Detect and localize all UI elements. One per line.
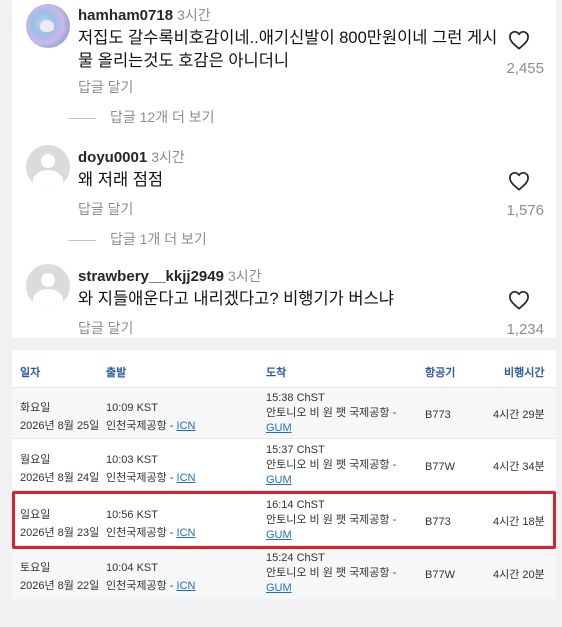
flight-duration: 4시간 34분 — [493, 461, 545, 473]
departure-time: 10:04 KST — [106, 562, 158, 574]
comments-panel: hamham0718 3시간 저집도 갈수록비호감이네..애기신발이 800만원이… — [12, 0, 556, 338]
departure-airport: 인천국제공항 - — [106, 527, 174, 539]
avatar[interactable] — [26, 4, 70, 48]
like-count: 1,234 — [506, 321, 544, 338]
comment-time: 3시간 — [177, 7, 211, 23]
view-more-replies[interactable]: 답글 12개 더 보기 — [52, 107, 215, 127]
departure-code-link[interactable]: ICN — [177, 580, 196, 592]
reply-button[interactable]: 답글 달기 — [78, 318, 133, 338]
arrival-code-link[interactable]: GUM — [266, 421, 396, 436]
departure-airport: 인천국제공항 - — [106, 420, 174, 432]
departure-airport: 인천국제공항 - — [106, 472, 174, 484]
reply-button[interactable]: 답글 달기 — [78, 199, 133, 219]
flight-duration: 4시간 18분 — [493, 516, 545, 528]
row-date: 2026년 8월 22일 — [20, 580, 100, 592]
aircraft-type: B77W — [425, 461, 455, 473]
header-aircraft[interactable]: 항공기 — [425, 364, 455, 380]
comment-text: 왜 저래 점점 — [78, 171, 164, 189]
arrival-code-link[interactable]: GUM — [266, 528, 396, 543]
heart-icon[interactable] — [508, 290, 530, 310]
departure-time: 10:09 KST — [106, 402, 158, 414]
header-arrival[interactable]: 도착 — [266, 364, 286, 380]
row-day: 화요일 — [20, 402, 51, 414]
arrival-airport: 안토니오 비 원 팻 국제공항 - — [266, 514, 397, 526]
view-more-replies[interactable]: 답글 1개 더 보기 — [52, 229, 207, 249]
table-row[interactable]: 일요일 2026년 8월 23일 10:56 KST 인천국제공항 - ICN … — [12, 494, 556, 546]
aircraft-type: B773 — [425, 409, 451, 421]
comment-time: 3시간 — [151, 149, 185, 165]
arrival-time: 15:24 ChST — [266, 552, 325, 564]
flight-schedule-table: 일자 출발 도착 항공기 비행시간 화요일 2026년 8월 25일 10:09… — [12, 350, 556, 599]
avatar[interactable] — [26, 264, 70, 308]
header-departure[interactable]: 출발 — [106, 364, 126, 380]
heart-icon[interactable] — [508, 30, 530, 50]
comment-username[interactable]: hamham0718 — [78, 7, 173, 24]
row-day: 토요일 — [20, 562, 51, 574]
comment-username[interactable]: strawbery__kkjj2949 — [78, 268, 224, 285]
flight-duration: 4시간 29분 — [493, 409, 545, 421]
row-date: 2026년 8월 23일 — [20, 527, 100, 539]
table-header: 일자 출발 도착 항공기 비행시간 — [12, 350, 556, 388]
departure-code-link[interactable]: ICN — [177, 420, 196, 432]
arrival-airport: 안토니오 비 원 팻 국제공항 - — [266, 407, 397, 419]
departure-time: 10:56 KST — [106, 509, 158, 521]
default-user-icon — [41, 154, 55, 168]
aircraft-type: B77W — [425, 569, 455, 581]
view-more-replies-label: 답글 1개 더 보기 — [110, 231, 207, 247]
row-date: 2026년 8월 24일 — [20, 472, 100, 484]
arrival-time: 15:38 ChST — [266, 392, 325, 404]
aircraft-type: B773 — [425, 516, 451, 528]
departure-code-link[interactable]: ICN — [177, 527, 196, 539]
arrival-airport: 안토니오 비 원 팻 국제공항 - — [266, 459, 397, 471]
comment-username[interactable]: doyu0001 — [78, 149, 147, 166]
departure-airport: 인천국제공항 - — [106, 580, 174, 592]
flight-duration: 4시간 20분 — [493, 569, 545, 581]
arrival-code-link[interactable]: GUM — [266, 581, 396, 596]
row-day: 월요일 — [20, 454, 51, 466]
arrival-time: 15:37 ChST — [266, 444, 325, 456]
table-row[interactable]: 화요일 2026년 8월 25일 10:09 KST 인천국제공항 - ICN … — [12, 388, 556, 439]
table-row[interactable]: 토요일 2026년 8월 22일 10:04 KST 인천국제공항 - ICN … — [12, 548, 556, 599]
row-date: 2026년 8월 25일 — [20, 420, 100, 432]
default-user-icon — [41, 273, 55, 287]
divider-line — [68, 239, 96, 241]
table-row[interactable]: 월요일 2026년 8월 24일 10:03 KST 인천국제공항 - ICN … — [12, 440, 556, 491]
departure-time: 10:03 KST — [106, 454, 158, 466]
like-count: 1,576 — [506, 202, 544, 219]
avatar[interactable] — [26, 145, 70, 189]
departure-code-link[interactable]: ICN — [177, 472, 196, 484]
divider-line — [68, 117, 96, 119]
comment-time: 3시간 — [227, 268, 262, 284]
comment-text: 와 지들애운다고 내리겠다고? 비행기가 버스냐 — [78, 290, 394, 308]
row-day: 일요일 — [20, 509, 51, 521]
arrival-code-link[interactable]: GUM — [266, 473, 396, 488]
view-more-replies-label: 답글 12개 더 보기 — [110, 109, 215, 125]
comment-text: 저집도 갈수록비호감이네..애기신발이 800만원이네 그런 게시물 올리는것도… — [78, 29, 498, 70]
header-duration[interactable]: 비행시간 — [504, 364, 544, 380]
heart-icon[interactable] — [508, 171, 530, 191]
arrival-time: 16:14 ChST — [266, 499, 325, 511]
like-count: 2,455 — [506, 60, 544, 77]
arrival-airport: 안토니오 비 원 팻 국제공항 - — [266, 567, 397, 579]
reply-button[interactable]: 답글 달기 — [78, 77, 133, 97]
header-date[interactable]: 일자 — [20, 364, 40, 380]
